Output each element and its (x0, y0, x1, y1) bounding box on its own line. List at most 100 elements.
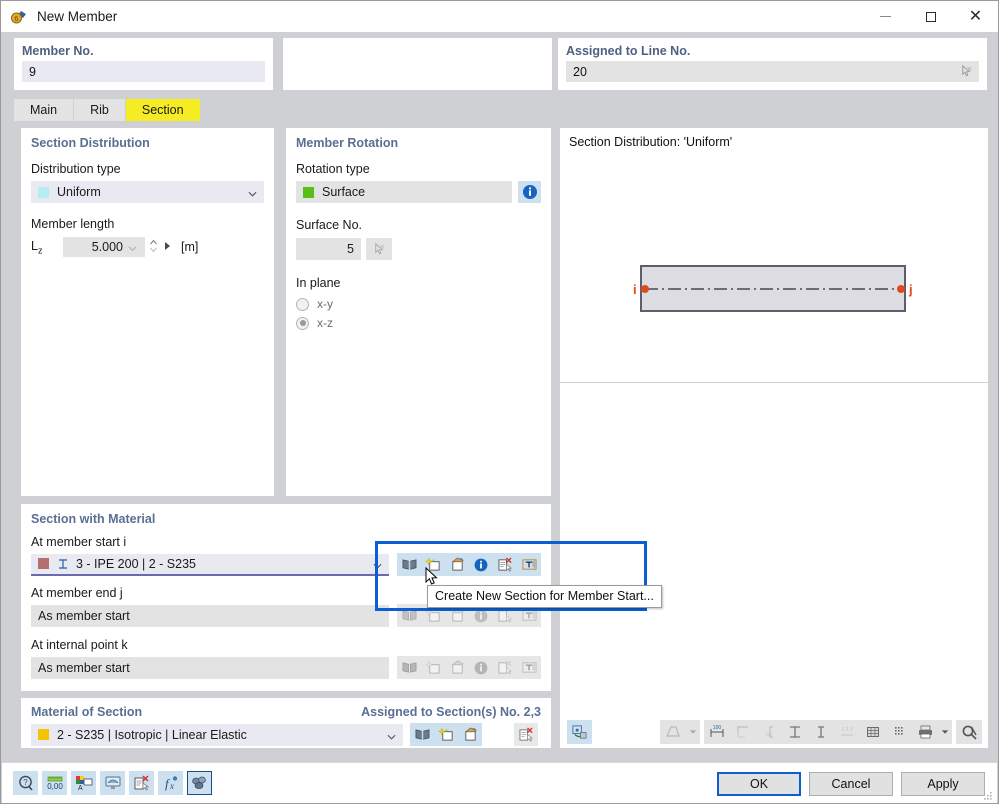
member-length-next-icon[interactable] (164, 240, 172, 254)
pick-from-model-icon[interactable] (366, 238, 392, 260)
member-icon: 6 (10, 8, 28, 26)
svg-text:j: j (908, 282, 913, 297)
maximize-icon[interactable] (908, 1, 953, 32)
tab-section[interactable]: Section (126, 99, 201, 121)
material-library-icon[interactable] (410, 723, 434, 746)
radio-x-z-button[interactable] (296, 317, 309, 330)
radio-x-y-label: x-y (317, 297, 333, 311)
visual-objects-icon[interactable] (187, 771, 212, 795)
rotation-type-value: Surface (322, 185, 365, 199)
header-spacer-box (283, 38, 552, 90)
distribution-type-combo[interactable]: Uniform (31, 181, 264, 203)
tab-main-label: Main (30, 103, 57, 117)
assigned-line-label: Assigned to Line No. (558, 38, 987, 61)
minimize-icon[interactable] (863, 1, 908, 32)
close-icon[interactable]: ✕ (953, 1, 998, 32)
tab-strip: Main Rib Section (14, 99, 201, 121)
section-end-j-combo[interactable]: As member start (31, 605, 389, 627)
dimension-icon[interactable]: 100 (704, 720, 730, 744)
cancel-button[interactable]: Cancel (809, 772, 893, 796)
new-member-dialog: 6 New Member ✕ Member No. 9 Assigned to … (0, 0, 999, 804)
chevron-down-icon (248, 188, 257, 197)
formula-icon[interactable]: f x (158, 771, 183, 795)
surface-no-input[interactable]: 5 (296, 238, 361, 260)
section-info-icon[interactable] (469, 553, 493, 576)
section-i-narrow-icon[interactable] (808, 720, 834, 744)
tab-rib[interactable]: Rib (74, 99, 126, 121)
import-material-icon[interactable] (458, 723, 482, 746)
tab-main[interactable]: Main (14, 99, 74, 121)
svg-text:x: x (169, 781, 174, 791)
section-start-i-value: 3 - IPE 200 | 2 - S235 (76, 557, 196, 571)
display-properties-icon[interactable]: A (71, 771, 96, 795)
axes-icon[interactable] (730, 720, 756, 744)
surface-no-value: 5 (347, 242, 354, 256)
section-properties-icon (517, 656, 541, 679)
section-start-i-color-swatch (38, 558, 49, 569)
help-icon[interactable]: ? (13, 771, 38, 795)
rotation-type-color-swatch (303, 187, 314, 198)
preview-title: Section Distribution: 'Uniform' (560, 128, 988, 149)
delete-material-icon[interactable] (514, 723, 538, 746)
section-shape-icon[interactable] (660, 720, 686, 744)
section-library-icon[interactable] (397, 553, 421, 576)
member-rotation-panel: Member Rotation Rotation type Surface Su… (286, 128, 551, 496)
view-mode-icon[interactable] (100, 771, 125, 795)
section-library-icon (397, 604, 421, 627)
member-length-stepper[interactable]: 5.000 (63, 237, 145, 257)
create-new-material-icon[interactable] (434, 723, 458, 746)
svg-text:A: A (78, 785, 83, 791)
member-length-spin-arrows[interactable] (149, 238, 158, 257)
mesh-icon[interactable] (886, 720, 912, 744)
svg-text:i: i (633, 282, 637, 297)
create-new-section-icon (421, 656, 445, 679)
shear-center-icon[interactable]: sc (756, 720, 782, 744)
member-no-input[interactable]: 9 (22, 61, 265, 82)
units-icon[interactable]: 0,00 (42, 771, 67, 795)
section-properties-icon[interactable] (517, 553, 541, 576)
distribution-type-value: Uniform (57, 185, 101, 199)
member-no-box: Member No. 9 (14, 38, 273, 90)
member-length-label: Member length (21, 203, 274, 237)
pick-from-model-icon[interactable] (953, 61, 979, 82)
preview-lower-panel (560, 383, 988, 748)
import-section-icon[interactable] (445, 553, 469, 576)
ok-button[interactable]: OK (717, 772, 801, 796)
section-start-i-combo[interactable]: 3 - IPE 200 | 2 - S235 (31, 554, 389, 576)
radio-x-y-button[interactable] (296, 298, 309, 311)
numbering-icon[interactable]: 1 2 3 (834, 720, 860, 744)
preview-panel: Section Distribution: 'Uniform' i j i j (560, 128, 988, 382)
apply-button[interactable]: Apply (901, 772, 985, 796)
member-length-dropdown-icon[interactable] (128, 242, 137, 256)
distribution-type-label: Distribution type (21, 150, 274, 181)
chevron-down-icon[interactable] (938, 720, 952, 744)
section-distribution-title: Section Distribution (21, 128, 274, 150)
material-of-section-panel: Material of Section Assigned to Section(… (21, 698, 551, 748)
delete-object-icon[interactable] (129, 771, 154, 795)
in-plane-label: In plane (286, 260, 551, 292)
chevron-down-icon (373, 559, 382, 568)
print-icon[interactable] (912, 720, 938, 744)
zoom-reset-icon[interactable] (956, 720, 982, 744)
material-combo[interactable]: 2 - S235 | Isotropic | Linear Elastic (31, 724, 403, 746)
member-length-unit: [m] (181, 240, 198, 254)
tooltip: Create New Section for Member Start... (427, 585, 662, 608)
svg-text:6: 6 (15, 16, 19, 23)
resize-grip[interactable] (983, 790, 993, 800)
chevron-down-icon[interactable] (686, 720, 700, 744)
radio-x-y[interactable]: x-y (296, 297, 551, 311)
svg-text:?: ? (23, 778, 28, 787)
section-distribution-panel: Section Distribution Distribution type U… (21, 128, 274, 496)
section-i-icon[interactable] (782, 720, 808, 744)
rotation-type-combo[interactable]: Surface (296, 181, 512, 203)
section-internal-k-combo[interactable]: As member start (31, 657, 389, 679)
preview-toolbar: 100 sc (567, 719, 982, 745)
assigned-line-input[interactable]: 20 (566, 61, 953, 82)
info-icon[interactable] (518, 181, 541, 203)
surface-no-label: Surface No. (286, 203, 551, 238)
radio-x-z[interactable]: x-z (296, 316, 551, 330)
delete-section-icon[interactable] (493, 553, 517, 576)
export-to-model-icon[interactable] (567, 720, 592, 744)
grid-icon[interactable] (860, 720, 886, 744)
title-bar: 6 New Member ✕ (1, 1, 998, 32)
